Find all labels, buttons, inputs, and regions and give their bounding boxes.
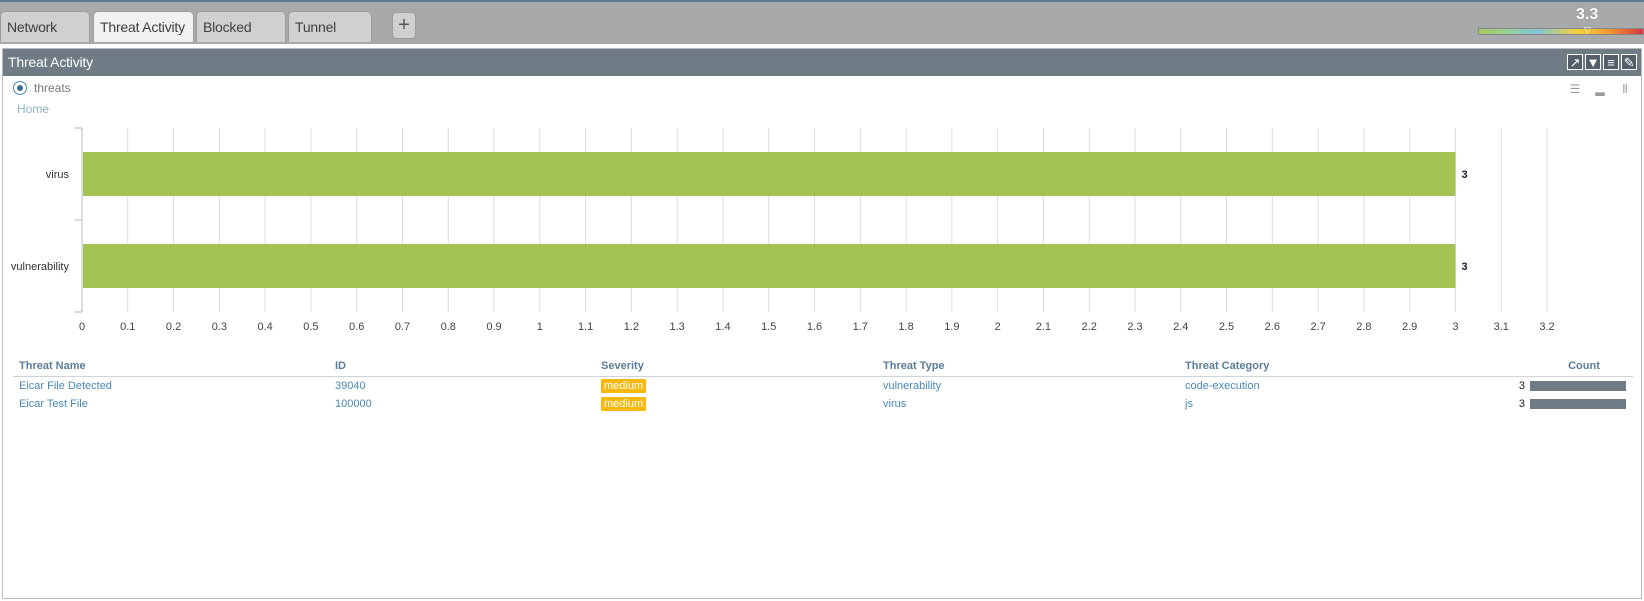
x-tick-label: 0.8 — [441, 321, 456, 333]
count-value: 3 — [1518, 380, 1525, 392]
x-tick-label: 1.4 — [715, 321, 730, 333]
radio-label: threats — [34, 81, 71, 95]
x-tick-label: 1.2 — [624, 321, 639, 333]
threat-table: Threat Name ID Severity Threat Type Thre… — [13, 355, 1633, 413]
x-tick-label: 3.1 — [1494, 321, 1509, 333]
tab-strip: Network Activity Threat Activity✎ Blocke… — [0, 0, 1644, 65]
breadcrumb-home[interactable]: Home — [17, 102, 49, 116]
header-threat-name[interactable]: Threat Name — [13, 360, 335, 372]
count-bar — [1530, 399, 1626, 409]
gauge-value: 3.3 — [1576, 6, 1599, 23]
threat-id-link[interactable]: 39040 — [335, 380, 601, 392]
x-tick-label: 2.1 — [1036, 321, 1051, 333]
x-tick-label: 3 — [1452, 321, 1458, 333]
panel-header: Threat Activity ↗ ▼ ≡ ✎ — [3, 49, 1641, 76]
threat-name-link[interactable]: Eicar Test File — [13, 398, 335, 410]
export-icon[interactable]: ↗ — [1567, 54, 1583, 70]
edit-icon[interactable]: ✎ — [1621, 54, 1637, 70]
table-row: Eicar File Detected 39040 medium vulnera… — [13, 377, 1633, 395]
x-tick-label: 0.2 — [166, 321, 181, 333]
tab-blocked-activity[interactable]: Blocked Activity — [196, 11, 286, 65]
x-tick-label: 0.3 — [212, 321, 227, 333]
x-tick-label: 2.9 — [1402, 321, 1417, 333]
x-tick-label: 1.5 — [761, 321, 776, 333]
count-bar — [1530, 381, 1626, 391]
data-label: 3 — [1461, 169, 1467, 181]
tab-network-activity[interactable]: Network Activity — [0, 11, 90, 65]
x-tick-label: 0.5 — [303, 321, 318, 333]
tab-tunnel-activity[interactable]: Tunnel Activity — [288, 11, 372, 65]
threat-gauge: 3.3 ▽ — [1476, 6, 1644, 36]
x-tick-label: 1.8 — [898, 321, 913, 333]
x-tick-label: 2.7 — [1310, 321, 1325, 333]
radio-selected-icon[interactable] — [13, 81, 27, 95]
bar-vulnerability — [83, 244, 1456, 288]
x-tick-label: 0 — [79, 321, 85, 333]
x-tick-label: 0.6 — [349, 321, 364, 333]
header-threat-category[interactable]: Threat Category — [1185, 360, 1505, 372]
x-tick-label: 0.1 — [120, 321, 135, 333]
x-tick-label: 2.4 — [1173, 321, 1188, 333]
severity-badge[interactable]: medium — [601, 397, 647, 411]
table-row: Eicar Test File 100000 medium virus js 3 — [13, 395, 1633, 413]
x-tick-label: 1.3 — [670, 321, 685, 333]
category-label: vulnerability — [11, 261, 70, 273]
header-count[interactable]: Count — [1505, 360, 1633, 372]
threat-name-link[interactable]: Eicar File Detected — [13, 380, 335, 392]
threat-activity-panel: Threat Activity ↗ ▼ ≡ ✎ threats Home ☰ ▂… — [2, 48, 1642, 599]
x-tick-label: 3.2 — [1539, 321, 1554, 333]
x-tick-label: 1.1 — [578, 321, 593, 333]
threat-type-link[interactable]: virus — [883, 398, 1185, 410]
view-switcher: ☰ ▂ ⦀ — [1567, 82, 1633, 96]
x-tick-label: 0.7 — [395, 321, 410, 333]
threat-category-link[interactable]: js — [1185, 398, 1505, 410]
count-value: 3 — [1518, 398, 1525, 410]
header-severity[interactable]: Severity — [601, 360, 883, 372]
header-id[interactable]: ID — [335, 360, 601, 372]
x-tick-label: 2.3 — [1127, 321, 1142, 333]
x-tick-label: 0.9 — [486, 321, 501, 333]
add-tab-button[interactable]: + — [392, 12, 416, 39]
table-header: Threat Name ID Severity Threat Type Thre… — [13, 355, 1633, 377]
filter-icon[interactable]: ▼ — [1585, 54, 1601, 70]
x-tick-label: 2 — [995, 321, 1001, 333]
tab-label: Threat Activity — [100, 19, 185, 35]
x-tick-label: 2.2 — [1082, 321, 1097, 333]
severity-badge[interactable]: medium — [601, 379, 647, 393]
x-tick-label: 0.4 — [257, 321, 272, 333]
gauge-marker-icon: ▽ — [1584, 25, 1591, 35]
x-tick-label: 1.9 — [944, 321, 959, 333]
x-tick-label: 1 — [537, 321, 543, 333]
threat-category-link[interactable]: code-execution — [1185, 380, 1505, 392]
threat-type-link[interactable]: vulnerability — [883, 380, 1185, 392]
threat-bar-chart: 0 0.1 0.2 0.3 0.4 0.5 0.6 0.7 0.8 0.9 1 1.1 1.2 1.3 1.… — [11, 127, 1555, 333]
x-tick-label: 1.6 — [807, 321, 822, 333]
bar-virus — [83, 152, 1456, 196]
x-tick-label: 2.6 — [1265, 321, 1280, 333]
x-tick-label: 2.8 — [1356, 321, 1371, 333]
category-label: virus — [46, 169, 70, 181]
list-icon[interactable]: ≡ — [1603, 54, 1619, 70]
area-chart-icon[interactable]: ▂ — [1592, 82, 1608, 96]
x-tick-label: 2.5 — [1219, 321, 1234, 333]
column-chart-icon[interactable]: ⦀ — [1617, 82, 1633, 96]
panel-title: Threat Activity — [8, 54, 93, 70]
bar-chart-horizontal-icon[interactable]: ☰ — [1567, 82, 1583, 96]
x-tick-label: 1.7 — [853, 321, 868, 333]
threat-id-link[interactable]: 100000 — [335, 398, 601, 410]
header-threat-type[interactable]: Threat Type — [883, 360, 1185, 372]
threats-radio[interactable]: threats — [13, 81, 71, 95]
tab-threat-activity[interactable]: Threat Activity✎ — [93, 11, 194, 65]
data-label: 3 — [1461, 261, 1467, 273]
gauge-scale — [1478, 28, 1644, 35]
